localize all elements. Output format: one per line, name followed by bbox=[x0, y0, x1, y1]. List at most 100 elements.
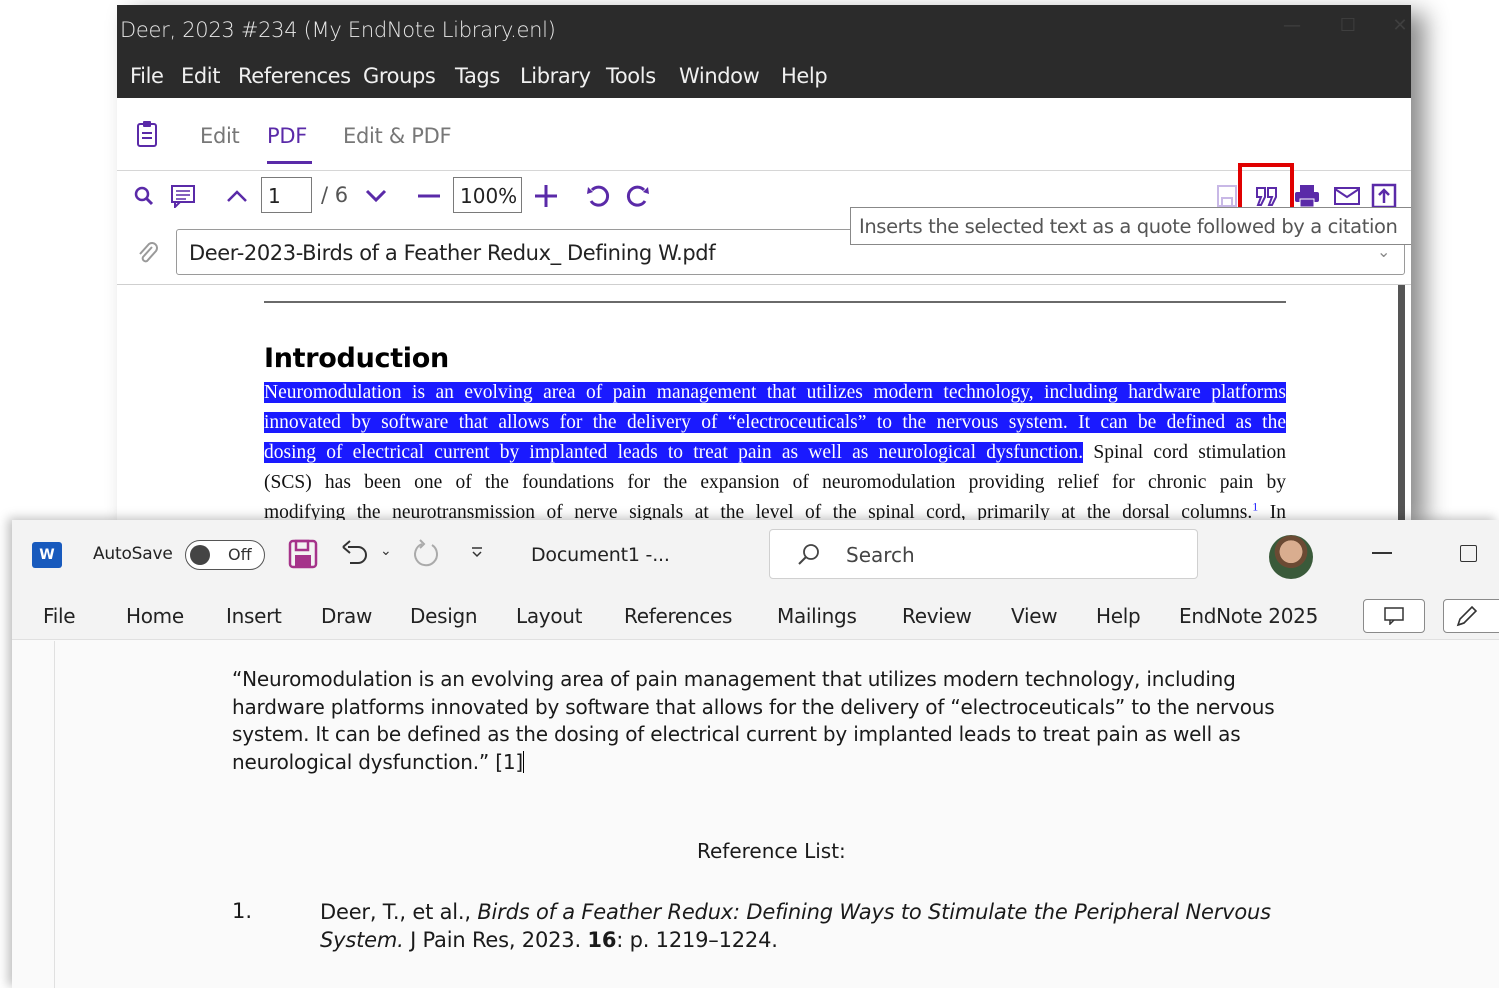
word-titlebar: W AutoSave Off ⌄ Document1 -... Search bbox=[12, 520, 1499, 590]
editing-button[interactable] bbox=[1443, 599, 1499, 633]
autosave-label: AutoSave bbox=[93, 544, 173, 564]
menu-library[interactable]: Library bbox=[520, 64, 591, 88]
tab-design[interactable]: Design bbox=[410, 604, 478, 628]
tab-help[interactable]: Help bbox=[1096, 604, 1141, 628]
selected-text[interactable]: Neuromodulation is an evolving area of p… bbox=[264, 382, 1286, 403]
pdf-scrollbar[interactable] bbox=[1398, 285, 1405, 520]
word-document-canvas[interactable]: “Neuromodulation is an evolving area of … bbox=[12, 641, 1499, 988]
tab-home[interactable]: Home bbox=[126, 604, 184, 628]
tab-insert[interactable]: Insert bbox=[226, 604, 282, 628]
word-maximize-button[interactable] bbox=[1460, 545, 1477, 562]
menu-help[interactable]: Help bbox=[781, 64, 828, 88]
reference-pages: : p. 1219–1224. bbox=[616, 927, 778, 952]
pdf-line: Neuromodulation is an evolving area of p… bbox=[264, 378, 1286, 408]
tab-view[interactable]: View bbox=[1011, 604, 1058, 628]
autosave-state: Off bbox=[228, 545, 252, 564]
pdf-line: modifying the neurotransmission of nerve… bbox=[264, 498, 1286, 521]
active-tab-indicator bbox=[267, 161, 312, 164]
insert-quote-tooltip: Inserts the selected text as a quote fol… bbox=[850, 207, 1411, 245]
close-button[interactable]: ✕ bbox=[1387, 13, 1411, 39]
selected-text[interactable]: dosing of electrical current by implante… bbox=[264, 442, 1084, 463]
maximize-button[interactable]: ☐ bbox=[1335, 13, 1361, 39]
pdf-text: modifying the neurotransmission of nerve… bbox=[264, 502, 1253, 520]
menu-groups[interactable]: Groups bbox=[363, 64, 436, 88]
menu-edit[interactable]: Edit bbox=[181, 64, 220, 88]
open-external-icon[interactable] bbox=[1371, 183, 1397, 209]
pdf-line: innovated by software that allows for th… bbox=[264, 408, 1286, 438]
pdf-text: In bbox=[1258, 502, 1286, 520]
chevron-up-icon[interactable] bbox=[224, 183, 250, 209]
print-icon[interactable] bbox=[1294, 183, 1320, 209]
text-cursor bbox=[522, 750, 524, 773]
tab-endnote[interactable]: EndNote 2025 bbox=[1179, 604, 1318, 628]
pdf-divider bbox=[264, 301, 1286, 303]
redo-icon[interactable] bbox=[410, 539, 442, 574]
page-edge bbox=[54, 641, 55, 988]
search-input[interactable]: Search bbox=[769, 529, 1198, 579]
paperclip-icon bbox=[137, 241, 159, 270]
pdf-line: dosing of electrical current by implante… bbox=[264, 438, 1286, 468]
search-icon bbox=[796, 542, 822, 573]
reference-entry[interactable]: Deer, T., et al., Birds of a Feather Red… bbox=[320, 899, 1360, 954]
quote-text: “Neuromodulation is an evolving area of … bbox=[232, 667, 1275, 774]
endnote-reference-tabs: Edit PDF Edit & PDF bbox=[117, 98, 1411, 171]
document-title[interactable]: Document1 -... bbox=[531, 544, 670, 566]
endnote-menubar: File Edit References Groups Tags Library… bbox=[117, 55, 1411, 98]
tab-edit-and-pdf[interactable]: Edit & PDF bbox=[343, 124, 452, 148]
tab-draw[interactable]: Draw bbox=[321, 604, 372, 628]
word-ribbon-tabs: File Home Insert Draw Design Layout Refe… bbox=[12, 590, 1499, 640]
pdf-body-text[interactable]: Neuromodulation is an evolving area of p… bbox=[264, 378, 1286, 520]
pdf-text: Spinal cord stimulation bbox=[1083, 442, 1286, 463]
endnote-titlebar: Deer, 2023 #234 (My EndNote Library.enl)… bbox=[117, 5, 1411, 55]
attachment-filename: Deer-2023-Birds of a Feather Redux_ Defi… bbox=[189, 241, 716, 265]
save-pdf-icon[interactable] bbox=[1214, 183, 1240, 209]
page-number-input[interactable]: 1 bbox=[261, 177, 312, 213]
reference-authors: Deer, T., et al., bbox=[320, 900, 478, 924]
tab-edit[interactable]: Edit bbox=[200, 124, 240, 148]
tab-pdf[interactable]: PDF bbox=[267, 124, 307, 148]
pdf-section-heading: Introduction bbox=[264, 343, 449, 374]
tab-mailings[interactable]: Mailings bbox=[777, 604, 857, 628]
tab-file[interactable]: File bbox=[43, 604, 76, 628]
endnote-window-title: Deer, 2023 #234 (My EndNote Library.enl) bbox=[120, 18, 556, 42]
menu-file[interactable]: File bbox=[130, 64, 164, 88]
tab-layout[interactable]: Layout bbox=[516, 604, 583, 628]
inserted-quote-paragraph[interactable]: “Neuromodulation is an evolving area of … bbox=[232, 666, 1312, 776]
word-logo-icon: W bbox=[32, 542, 62, 568]
email-icon[interactable] bbox=[1334, 183, 1360, 209]
menu-tags[interactable]: Tags bbox=[455, 64, 500, 88]
menu-tools[interactable]: Tools bbox=[606, 64, 656, 88]
zoom-out-icon[interactable] bbox=[416, 183, 442, 209]
minimize-button[interactable]: — bbox=[1279, 13, 1305, 39]
menu-window[interactable]: Window bbox=[679, 64, 760, 88]
word-minimize-button[interactable] bbox=[1372, 552, 1392, 554]
page-total: / 6 bbox=[321, 183, 349, 207]
pencil-icon bbox=[1454, 605, 1480, 634]
tab-references[interactable]: References bbox=[624, 604, 732, 628]
search-placeholder: Search bbox=[846, 543, 915, 567]
selected-text[interactable]: innovated by software that allows for th… bbox=[264, 412, 1286, 433]
chevron-down-icon[interactable] bbox=[363, 183, 389, 209]
zoom-level-input[interactable]: 100% bbox=[453, 177, 522, 213]
comments-button[interactable] bbox=[1363, 599, 1425, 633]
endnote-window: Deer, 2023 #234 (My EndNote Library.enl)… bbox=[117, 5, 1411, 520]
word-window: W AutoSave Off ⌄ Document1 -... Search F… bbox=[12, 520, 1499, 988]
zoom-in-icon[interactable] bbox=[533, 183, 559, 209]
user-avatar[interactable] bbox=[1269, 535, 1313, 579]
rotate-left-icon[interactable] bbox=[585, 183, 611, 209]
undo-dropdown-icon[interactable]: ⌄ bbox=[380, 542, 392, 559]
autosave-toggle[interactable]: Off bbox=[185, 540, 265, 570]
reference-volume: 16 bbox=[587, 927, 617, 952]
rotate-right-icon[interactable] bbox=[625, 183, 651, 209]
clipboard-icon[interactable] bbox=[135, 120, 159, 153]
customize-toolbar-icon[interactable] bbox=[470, 545, 484, 564]
screenshot-stage: Deer, 2023 #234 (My EndNote Library.enl)… bbox=[0, 0, 1499, 988]
menu-references[interactable]: References bbox=[238, 64, 351, 88]
tab-review[interactable]: Review bbox=[902, 604, 972, 628]
pdf-line: (SCS) has been one of the foundations fo… bbox=[264, 472, 1286, 493]
search-icon[interactable] bbox=[131, 183, 157, 209]
annotation-icon[interactable] bbox=[170, 183, 196, 209]
undo-icon[interactable] bbox=[340, 539, 370, 572]
pdf-viewer[interactable]: Introduction Neuromodulation is an evolv… bbox=[117, 285, 1411, 520]
save-icon[interactable] bbox=[288, 539, 318, 574]
